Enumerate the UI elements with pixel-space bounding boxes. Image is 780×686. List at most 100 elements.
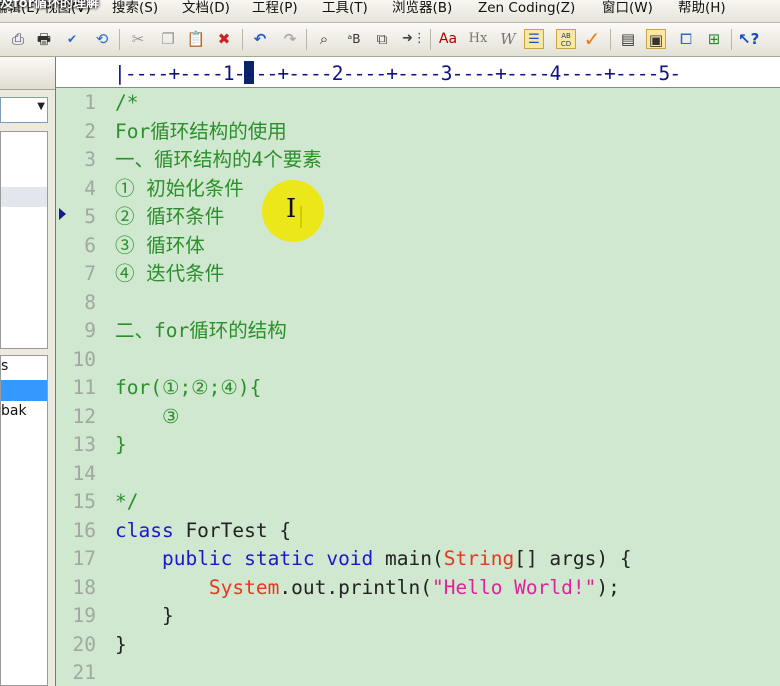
line-number: 11 [72, 376, 96, 399]
toolbar-separator [119, 29, 120, 50]
folder-tree-selected-item[interactable] [1, 187, 47, 207]
keyword: public static void [161, 547, 374, 570]
line-text: } [115, 633, 127, 656]
tag-icon[interactable]: ▤ [618, 29, 638, 49]
column-mode-icon[interactable]: ▣ [646, 29, 666, 49]
line-number: 16 [72, 519, 96, 542]
menu-search[interactable]: 搜索(S) [112, 0, 158, 16]
toolbar-separator [731, 29, 732, 50]
menu-document[interactable]: 文档(D) [182, 0, 230, 16]
toolbar-separator [610, 29, 611, 50]
italic-icon[interactable]: W [498, 29, 518, 49]
string-literal: "Hello World!" [432, 576, 597, 599]
file-list-item[interactable]: s [1, 358, 8, 374]
line-number: 1 [84, 91, 96, 114]
sort-icon[interactable]: AB CD [556, 29, 576, 49]
view-refresh-icon[interactable]: ⟲ [92, 29, 112, 49]
toolbar-separator [242, 29, 243, 50]
find-in-files-icon[interactable]: ⧉ [372, 29, 392, 49]
document-list-icon[interactable]: ⧠ [676, 29, 696, 49]
help-icon[interactable]: ↖? [738, 29, 759, 49]
code-text: main( [373, 547, 444, 570]
sort-top-label: AB [561, 32, 571, 40]
line-number: 12 [72, 405, 96, 428]
file-list-item-selected[interactable] [1, 380, 47, 401]
code-text: [] args) { [514, 547, 632, 570]
menu-project[interactable]: 工程(P) [252, 0, 298, 16]
line-number: 10 [72, 348, 96, 371]
toolbar-separator [430, 29, 431, 50]
file-list-item[interactable]: bak [1, 403, 27, 419]
line-text: 二、for循环的结构 [115, 319, 287, 342]
cut-icon[interactable]: ✂ [128, 29, 148, 49]
editor-line: 12 ③ [56, 402, 780, 431]
output-icon[interactable]: ⊞ [704, 29, 724, 49]
paste-icon[interactable]: 📋 [186, 29, 206, 49]
editor-line: 11 for(①;②;④){ [56, 373, 780, 402]
line-number: 6 [84, 234, 96, 257]
line-number: 9 [84, 319, 96, 342]
line-number: 19 [72, 604, 96, 627]
line-text: for(①;②;④){ [115, 376, 262, 399]
menu-tools[interactable]: 工具(T) [322, 0, 368, 16]
column-ruler: |----+----1----+----2----+----3----+----… [56, 57, 780, 88]
editor-line: 16 class ForTest { [56, 516, 780, 545]
insert-icon[interactable]: ➜⋮ [402, 29, 426, 49]
editor-line: 21 [56, 658, 780, 686]
font-size-icon[interactable]: Aa [438, 29, 458, 49]
line-text: ③ 循环体 [115, 234, 205, 257]
line-number: 15 [72, 490, 96, 513]
delete-icon[interactable]: ✖ [214, 29, 234, 49]
heading-icon[interactable]: Hx [468, 29, 488, 49]
copy-icon[interactable]: ❐ [158, 29, 178, 49]
line-number: 13 [72, 433, 96, 456]
menu-window[interactable]: 窗口(W) [602, 0, 653, 16]
code-text: ForTest { [173, 519, 292, 542]
line-number: 7 [84, 262, 96, 285]
line-number: 18 [72, 576, 96, 599]
folder-tree[interactable] [0, 131, 48, 349]
line-text: For循环结构的使用 [115, 120, 287, 143]
class-name: String [443, 547, 515, 570]
editor-line: 1 /* [56, 88, 780, 117]
line-number: 8 [84, 291, 96, 314]
sort-bottom-label: CD [560, 40, 572, 48]
file-list[interactable]: s bak [0, 355, 48, 686]
line-text: ④ 迭代条件 [115, 262, 225, 285]
replace-icon[interactable]: ᵃB [344, 29, 364, 49]
menu-zen-coding[interactable]: Zen Coding(Z) [478, 0, 575, 16]
line-number: 20 [72, 633, 96, 656]
editor-line: 18 System.out.println("Hello World!"); [56, 573, 780, 602]
line-number: 17 [72, 547, 96, 570]
ruler-scale: |----+----1----+----2----+----3----+----… [114, 62, 681, 85]
spellcheck-icon[interactable]: ✔ [62, 29, 82, 49]
line-numbers-icon[interactable]: ☰ [524, 29, 544, 49]
code-text: .out.println( [279, 576, 432, 599]
check-icon[interactable]: ✓ [582, 29, 602, 49]
folder-dropdown[interactable]: ▼ [0, 97, 48, 123]
code-editor[interactable]: 1 /* 2 For循环结构的使用 3 一、循环结构的4个要素 4 ① 初始化条件 5②… [56, 88, 780, 686]
find-icon[interactable]: ⌕ [314, 29, 334, 49]
editor-line: 4 ① 初始化条件 [56, 174, 780, 203]
undo-icon[interactable]: ↶ [250, 29, 270, 49]
toolbar: ⎙ 🖶 ✔ ⟲ ✂ ❐ 📋 ✖ ↶ ↷ ⌕ ᵃB ⧉ ➜⋮ Aa Hx W ☰ … [0, 23, 780, 57]
print-preview-icon[interactable]: ⎙ [8, 29, 28, 49]
line-number: 14 [72, 462, 96, 485]
print-icon[interactable]: 🖶 [34, 29, 54, 49]
line-text: } [115, 604, 174, 627]
keyword: class [115, 519, 174, 542]
menu-help[interactable]: 帮助(H) [678, 0, 726, 16]
class-name: System [208, 576, 280, 599]
line-text: ③ [115, 405, 180, 428]
line-number: 2 [84, 120, 96, 143]
menu-browser[interactable]: 浏览器(B) [392, 0, 452, 16]
line-text: 一、循环结构的4个要素 [115, 148, 322, 171]
editor-line: 13} [56, 430, 780, 459]
redo-icon[interactable]: ↷ [280, 29, 300, 49]
editor-line: 20} [56, 630, 780, 659]
line-number: 5 [84, 205, 96, 228]
editor-line: 15 */ [56, 487, 780, 516]
editor-line: 19 } [56, 601, 780, 630]
editor-line: 7 ④ 迭代条件 [56, 259, 780, 288]
